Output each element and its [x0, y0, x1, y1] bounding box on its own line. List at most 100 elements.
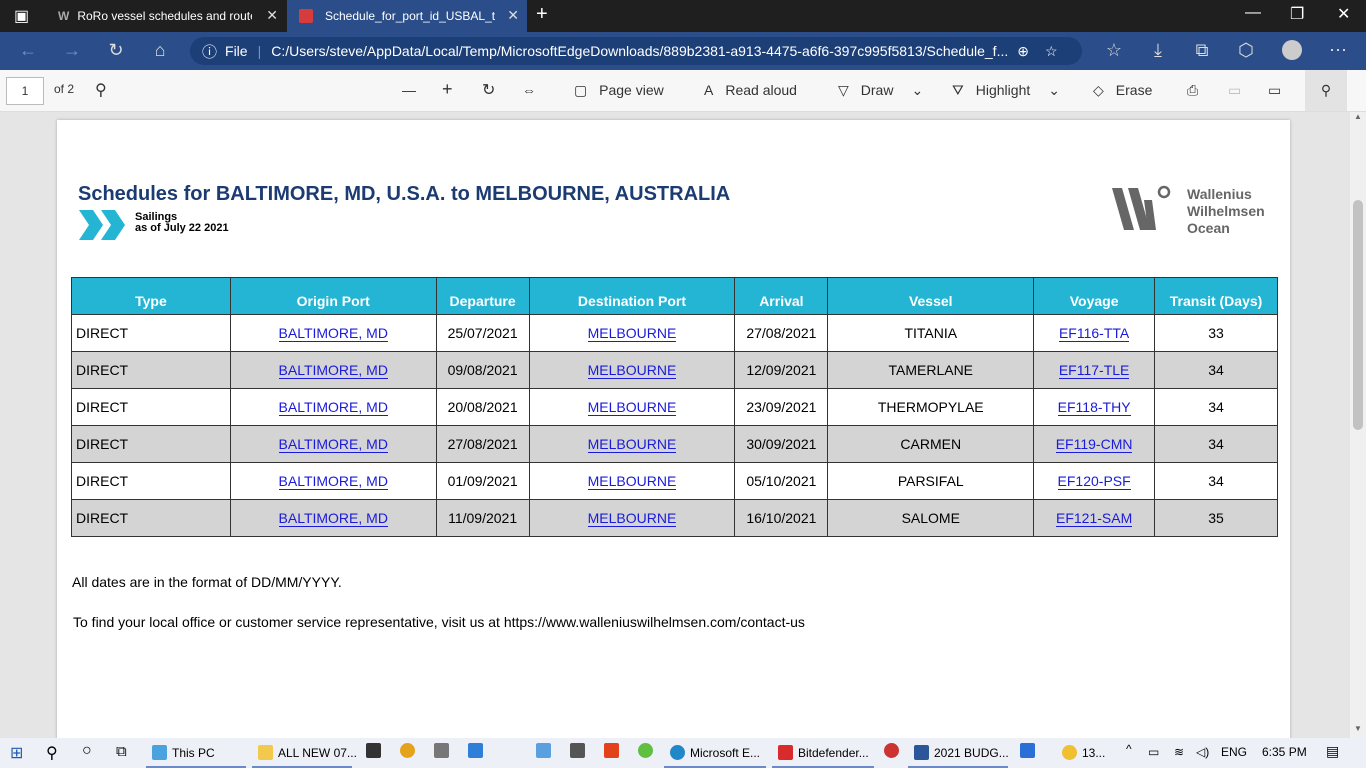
taskbar-label: Microsoft E... — [690, 746, 761, 760]
volume-icon[interactable]: ◁) — [1196, 745, 1209, 759]
extension-icon[interactable]: ⬡ — [1234, 40, 1258, 61]
search-icon[interactable]: ⚲ — [46, 743, 58, 763]
tab-roro-schedules[interactable]: W RoRo vessel schedules and route ✕ — [46, 0, 286, 32]
taskbar-budget-word[interactable]: 2021 BUDG... — [914, 745, 1009, 760]
taskbar-all-new[interactable]: ALL NEW 07... — [258, 745, 357, 760]
forward-icon[interactable]: → — [60, 40, 84, 61]
app-icon[interactable] — [570, 743, 590, 758]
language-indicator[interactable]: ENG — [1221, 745, 1247, 759]
downloads-icon[interactable]: ⤓ — [1146, 40, 1170, 61]
favorite-add-icon[interactable]: ☆ — [1045, 43, 1058, 60]
rotate-icon[interactable]: ↻ — [482, 80, 495, 100]
read-aloud-button[interactable]: A Read aloud — [704, 82, 797, 98]
origin-port-link[interactable]: BALTIMORE, MD — [278, 362, 388, 379]
chevron-down-icon[interactable]: ⌄ — [911, 82, 923, 98]
zoom-in-icon[interactable]: + — [442, 79, 453, 100]
page-view-button[interactable]: ▢ Page view — [574, 82, 664, 99]
zoom-out-icon[interactable]: — — [402, 82, 416, 98]
store-icon[interactable] — [366, 743, 386, 758]
task-view-icon[interactable]: ⧉ — [116, 743, 127, 760]
close-window-icon[interactable]: ✕ — [1337, 4, 1350, 24]
app-icon[interactable] — [884, 743, 904, 758]
chevron-down-icon[interactable]: ⌄ — [1048, 82, 1060, 98]
origin-port-link[interactable]: BALTIMORE, MD — [278, 473, 388, 490]
scroll-up-icon[interactable]: ▲ — [1354, 112, 1362, 121]
voyage-link[interactable]: EF121-SAM — [1055, 510, 1133, 527]
print-icon[interactable]: ⎙ — [1187, 82, 1198, 99]
voyage-link[interactable]: EF120-PSF — [1057, 473, 1131, 490]
clock[interactable]: 6:35 PM — [1262, 745, 1307, 759]
page-number-input[interactable]: 1 — [6, 77, 44, 105]
taskbar-bitdefender[interactable]: Bitdefender... — [778, 745, 869, 760]
table-cell: TITANIA — [827, 314, 1035, 352]
back-icon[interactable]: ← — [16, 40, 40, 61]
collections-icon[interactable]: ⧉ — [1190, 40, 1214, 61]
profile-avatar-icon[interactable] — [1280, 40, 1304, 65]
destination-port-link[interactable]: MELBOURNE — [587, 436, 677, 453]
destination-port-link[interactable]: MELBOURNE — [587, 399, 677, 416]
app-icon[interactable] — [536, 743, 556, 758]
app-icon[interactable] — [1020, 743, 1040, 758]
search-icon[interactable]: ⚲ — [95, 80, 107, 100]
new-tab-icon[interactable]: + — [536, 3, 548, 26]
wifi-icon[interactable]: ≋ — [1174, 745, 1184, 759]
voyage-link[interactable]: EF118-THY — [1057, 399, 1131, 416]
logo-line: Wilhelmsen — [1187, 203, 1265, 219]
table-cell: 34 — [1154, 351, 1278, 389]
origin-port-link[interactable]: BALTIMORE, MD — [278, 399, 388, 416]
windows-start-icon[interactable]: ⊞ — [10, 743, 23, 763]
notifications-icon[interactable]: ▤ — [1326, 743, 1339, 760]
calendar-icon[interactable] — [468, 743, 488, 758]
scroll-down-icon[interactable]: ▼ — [1354, 724, 1362, 733]
origin-port-link[interactable]: BALTIMORE, MD — [278, 436, 388, 453]
bitdefender-icon — [778, 745, 793, 760]
pin-toolbar-icon[interactable]: ⚲ — [1305, 70, 1347, 111]
zoom-icon[interactable]: ⊕ — [1017, 43, 1029, 60]
destination-port-link[interactable]: MELBOURNE — [587, 325, 677, 342]
battery-icon[interactable]: ▭ — [1148, 745, 1159, 759]
draw-button[interactable]: ▽ Draw ⌄ — [838, 82, 923, 99]
origin-port-link[interactable]: BALTIMORE, MD — [278, 510, 388, 527]
taskbar-this-pc[interactable]: This PC — [152, 745, 215, 760]
scrollbar-thumb[interactable] — [1353, 200, 1363, 430]
office-icon[interactable] — [604, 743, 624, 758]
table-cell: BALTIMORE, MD — [229, 499, 437, 537]
sailings-logo-icon — [79, 210, 125, 240]
voyage-link[interactable]: EF117-TLE — [1058, 362, 1130, 379]
scrollbar[interactable]: ▲ ▼ — [1350, 112, 1366, 738]
favorites-icon[interactable]: ☆ — [1102, 40, 1126, 61]
table-cell: 35 — [1154, 499, 1278, 537]
tab-actions-icon[interactable]: ▣ — [14, 6, 29, 26]
destination-port-link[interactable]: MELBOURNE — [587, 473, 677, 490]
pdf-viewer[interactable]: Schedules for BALTIMORE, MD, U.S.A. to M… — [0, 112, 1350, 738]
destination-port-link[interactable]: MELBOURNE — [587, 362, 677, 379]
chrome-icon[interactable] — [400, 743, 420, 758]
refresh-icon[interactable]: ↻ — [104, 40, 128, 61]
taskbar-microsoft-edge[interactable]: Microsoft E... — [670, 745, 760, 760]
column-header: Voyage — [1033, 277, 1156, 315]
minimize-icon[interactable]: — — [1245, 4, 1261, 22]
home-icon[interactable]: ⌂ — [148, 40, 172, 61]
voyage-link[interactable]: EF119-CMN — [1055, 436, 1133, 453]
highlight-button[interactable]: ⛛ Highlight ⌄ — [952, 82, 1060, 99]
close-tab-icon[interactable]: ✕ — [266, 7, 278, 24]
app-icon[interactable] — [638, 743, 658, 758]
settings-more-icon[interactable]: ⋯ — [1326, 40, 1350, 61]
tab-schedule-pdf[interactable]: Schedule_for_port_id_USBAL_to_ ✕ — [287, 0, 527, 32]
save-as-icon[interactable]: ▭ — [1268, 82, 1281, 99]
weather-widget[interactable]: 13... — [1062, 745, 1105, 760]
document-title: Schedules for BALTIMORE, MD, U.S.A. to M… — [78, 183, 731, 205]
origin-port-link[interactable]: BALTIMORE, MD — [278, 325, 388, 342]
url-field[interactable]: ⓘ File | C:/Users/steve/AppData/Local/Te… — [190, 37, 1082, 65]
calculator-icon[interactable] — [434, 743, 454, 758]
fit-page-icon[interactable]: ⇔ — [522, 82, 536, 98]
save-icon: ▭ — [1228, 82, 1242, 98]
chevron-up-icon[interactable]: ^ — [1126, 742, 1132, 756]
close-tab-icon[interactable]: ✕ — [507, 7, 519, 24]
erase-button[interactable]: ◇ Erase — [1093, 82, 1152, 99]
destination-port-link[interactable]: MELBOURNE — [587, 510, 677, 527]
tab-label: RoRo vessel schedules and route — [77, 9, 253, 23]
restore-icon[interactable]: ❐ — [1290, 4, 1304, 24]
voyage-link[interactable]: EF116-TTA — [1058, 325, 1130, 342]
cortana-icon[interactable]: ○ — [82, 742, 92, 760]
